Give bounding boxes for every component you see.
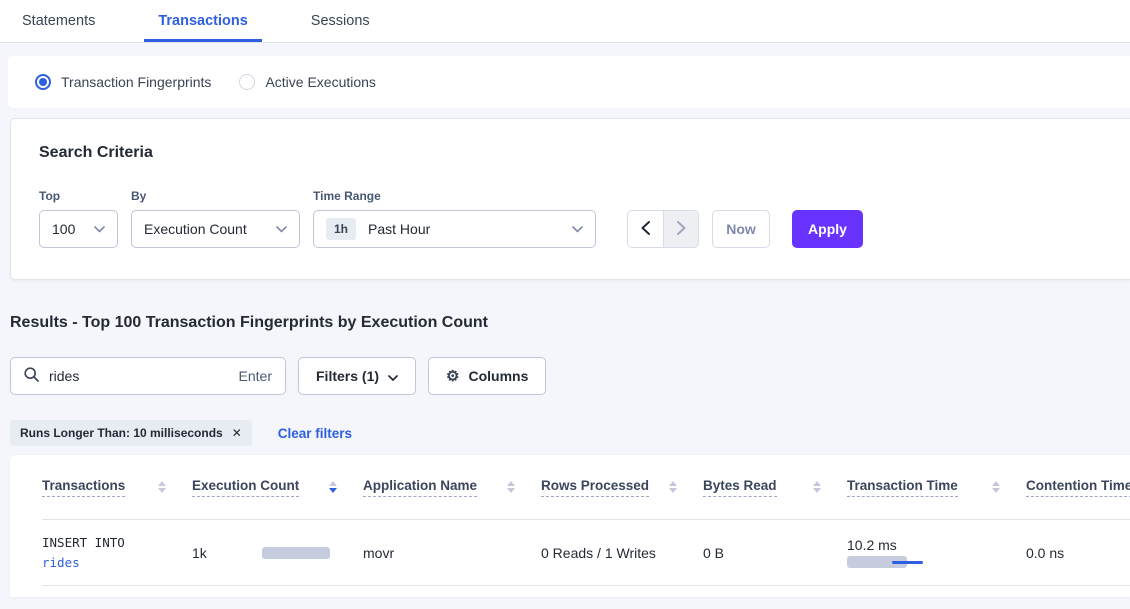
- column-header-label: Execution Count: [192, 478, 299, 497]
- search-box: Enter: [10, 357, 286, 395]
- sort-icon[interactable]: [669, 481, 677, 493]
- search-criteria-form: Top 100 By Execution Count Time Range 1h: [39, 189, 1130, 248]
- application-name-value: movr: [363, 545, 394, 561]
- transaction-fingerprint-cell: INSERT INTO rides: [42, 533, 192, 573]
- tab-transactions[interactable]: Transactions: [144, 0, 261, 42]
- rows-processed-value: 0 Reads / 1 Writes: [541, 545, 656, 561]
- tab-statements[interactable]: Statements: [8, 0, 109, 42]
- columns-button-label: Columns: [468, 368, 528, 384]
- results-heading: Results - Top 100 Transaction Fingerprin…: [10, 313, 1130, 333]
- column-header-transactions[interactable]: Transactions: [42, 478, 192, 497]
- search-enter-label: Enter: [239, 368, 272, 384]
- contention-time-value: 0.0 ns: [1026, 545, 1064, 561]
- time-range-value: Past Hour: [368, 221, 564, 237]
- applied-filters-row: Runs Longer Than: 10 milliseconds ✕ Clea…: [10, 420, 1130, 446]
- search-icon: [24, 367, 39, 385]
- radio-label: Transaction Fingerprints: [61, 74, 211, 90]
- column-header-label: Contention Time: [1026, 478, 1130, 497]
- search-criteria-title: Search Criteria: [39, 144, 1130, 162]
- chevron-down-icon: [276, 226, 287, 233]
- results-controls: Enter Filters (1) ⚙ Columns: [10, 357, 1130, 395]
- view-toggle-card: Transaction Fingerprints Active Executio…: [8, 56, 1130, 108]
- column-header-contention-time[interactable]: Contention Time: [1026, 478, 1130, 497]
- sort-icon[interactable]: [813, 481, 821, 493]
- chevron-down-icon: [94, 226, 105, 233]
- column-header-label: Transaction Time: [847, 478, 958, 497]
- next-time-window-button[interactable]: [663, 211, 698, 247]
- search-criteria-card: Search Criteria Top 100 By Execution Cou…: [10, 118, 1130, 280]
- column-header-execution-count[interactable]: Execution Count: [192, 478, 363, 497]
- execution-count-cell: 1k: [192, 545, 363, 561]
- radio-label: Active Executions: [265, 74, 376, 90]
- filter-chip-label: Runs Longer Than: 10 milliseconds: [20, 426, 223, 440]
- filter-chip: Runs Longer Than: 10 milliseconds ✕: [10, 420, 252, 446]
- time-range-field: Time Range 1h Past Hour: [313, 189, 596, 248]
- application-name-cell: movr: [363, 545, 541, 561]
- chevron-right-icon: [677, 221, 686, 238]
- transactions-table: Transactions Execution Count Application…: [10, 455, 1130, 597]
- column-header-bytes-read[interactable]: Bytes Read: [703, 478, 847, 497]
- chevron-left-icon: [641, 221, 650, 238]
- execution-count-value: 1k: [192, 545, 262, 561]
- column-header-transaction-time[interactable]: Transaction Time: [847, 478, 1026, 497]
- column-header-label: Bytes Read: [703, 478, 777, 497]
- columns-button[interactable]: ⚙ Columns: [428, 357, 546, 395]
- radio-active-executions[interactable]: Active Executions: [239, 74, 376, 90]
- by-field: By Execution Count: [131, 189, 300, 248]
- table-header-row: Transactions Execution Count Application…: [42, 455, 1130, 520]
- gear-icon: ⚙: [446, 369, 459, 384]
- table-row: INSERT INTO rides 1k movr 0 Reads / 1 Wr…: [42, 520, 1130, 586]
- chevron-down-icon: [388, 368, 398, 384]
- column-header-application-name[interactable]: Application Name: [363, 478, 541, 497]
- transaction-time-stdev-line: [892, 561, 923, 564]
- top-select[interactable]: 100: [39, 210, 118, 248]
- apply-button[interactable]: Apply: [792, 210, 863, 248]
- transaction-time-cell: 10.2 ms: [847, 537, 1026, 569]
- by-label: By: [131, 189, 300, 203]
- statement-text: INSERT INTO: [42, 533, 192, 553]
- tab-sessions[interactable]: Sessions: [297, 0, 384, 42]
- sort-desc-icon[interactable]: [329, 481, 337, 493]
- top-field: Top 100: [39, 189, 118, 248]
- time-range-label: Time Range: [313, 189, 596, 203]
- filters-button-label: Filters (1): [316, 368, 379, 384]
- sql-activity-tabbar: Statements Transactions Sessions: [0, 0, 1130, 43]
- top-label: Top: [39, 189, 118, 203]
- time-range-badge: 1h: [326, 218, 356, 240]
- clear-filters-link[interactable]: Clear filters: [278, 426, 352, 441]
- sort-icon[interactable]: [507, 481, 515, 493]
- filters-button[interactable]: Filters (1): [298, 357, 416, 395]
- contention-time-cell: 0.0 ns: [1026, 545, 1130, 561]
- column-header-label: Transactions: [42, 478, 125, 497]
- chevron-down-icon: [572, 226, 583, 233]
- by-select[interactable]: Execution Count: [131, 210, 300, 248]
- radio-selected-icon: [35, 74, 51, 90]
- time-range-select[interactable]: 1h Past Hour: [313, 210, 596, 248]
- bytes-read-value: 0 B: [703, 545, 724, 561]
- search-input[interactable]: [49, 368, 229, 384]
- column-header-label: Application Name: [363, 478, 477, 497]
- rows-processed-cell: 0 Reads / 1 Writes: [541, 545, 703, 561]
- close-icon[interactable]: ✕: [232, 426, 242, 440]
- radio-transaction-fingerprints[interactable]: Transaction Fingerprints: [35, 74, 211, 90]
- by-select-value: Execution Count: [144, 221, 268, 237]
- bytes-read-cell: 0 B: [703, 545, 847, 561]
- radio-unselected-icon: [239, 74, 255, 90]
- sort-icon[interactable]: [992, 481, 1000, 493]
- top-select-value: 100: [52, 221, 86, 237]
- execution-count-bar: [262, 547, 330, 559]
- column-header-rows-processed[interactable]: Rows Processed: [541, 478, 703, 497]
- previous-time-window-button[interactable]: [628, 211, 663, 247]
- now-button[interactable]: Now: [712, 210, 770, 248]
- time-window-arrows: [627, 210, 699, 248]
- transaction-time-bar-chart: [847, 556, 942, 569]
- sort-icon[interactable]: [158, 481, 166, 493]
- transaction-fingerprint-link[interactable]: rides: [42, 553, 192, 573]
- column-header-label: Rows Processed: [541, 478, 649, 497]
- transaction-time-value: 10.2 ms: [847, 537, 1026, 553]
